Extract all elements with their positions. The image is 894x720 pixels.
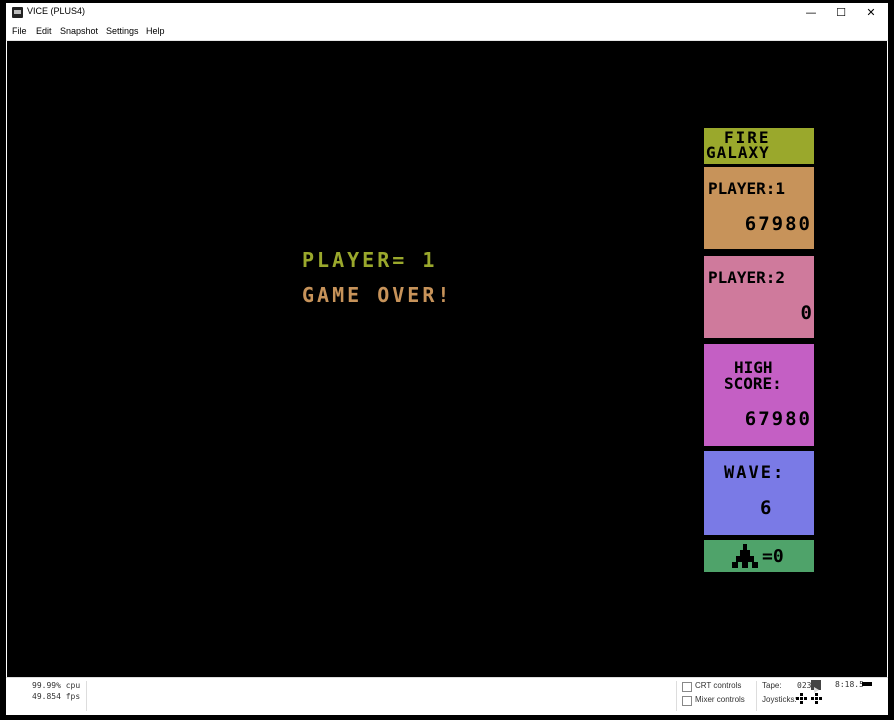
tape-label: Tape: [762, 681, 782, 690]
close-button[interactable]: ✕ [856, 3, 886, 23]
player2-panel: PLAYER:2 0 [704, 256, 814, 338]
mixer-controls-label: Mixer controls [695, 695, 745, 704]
menu-snapshot[interactable]: Snapshot [60, 26, 98, 36]
wave-panel: WAVE: 6 [704, 451, 814, 535]
logo-line-2: GALAXY [706, 143, 770, 162]
menu-edit[interactable]: Edit [36, 26, 52, 36]
lives-panel: =0 [704, 540, 814, 572]
fire-galaxy-logo-panel: FIRE GALAXY [704, 128, 814, 164]
menu-file[interactable]: File [12, 26, 27, 36]
player-ship-icon [732, 544, 758, 568]
vice-app-icon [12, 7, 23, 18]
high-label-line-2: SCORE: [724, 374, 782, 393]
title-bar[interactable]: VICE (PLUS4) — ☐ ✕ [6, 3, 888, 23]
crt-controls-label: CRT controls [695, 681, 742, 690]
status-bar: 99.99% cpu 49.854 fps CRT controls Mixer… [6, 677, 888, 715]
tape-play-icon[interactable] [811, 680, 821, 693]
window-title: VICE (PLUS4) [27, 6, 86, 16]
status-divider [756, 681, 757, 711]
fps-readout: 49.854 fps [32, 692, 81, 701]
wave-value: 6 [760, 497, 772, 519]
mixer-controls-checkbox[interactable] [682, 696, 692, 706]
status-divider [86, 681, 87, 711]
wave-label: WAVE: [724, 463, 786, 483]
player1-panel: PLAYER:1 67980 [704, 167, 814, 249]
lives-count: =0 [762, 546, 784, 567]
high-score-panel: HIGH SCORE: 67980 [704, 344, 814, 446]
emulation-time: 8:18.5 [835, 680, 864, 689]
player-line: PLAYER= 1 [302, 248, 438, 272]
player2-score: 0 [800, 302, 812, 324]
player2-label: PLAYER:2 [708, 268, 786, 287]
emulator-window: VICE (PLUS4) — ☐ ✕ File Edit Snapshot Se… [6, 3, 888, 715]
cpu-usage: 99.99% cpu [32, 681, 81, 690]
crt-controls-checkbox[interactable] [682, 682, 692, 692]
status-divider [676, 681, 677, 711]
game-over-text: GAME OVER! [302, 283, 453, 307]
maximize-button[interactable]: ☐ [826, 3, 856, 23]
drive-led-icon [862, 682, 872, 686]
menu-settings[interactable]: Settings [106, 26, 139, 36]
joysticks-label: Joysticks: [762, 695, 797, 704]
player1-label: PLAYER:1 [708, 179, 786, 198]
high-score-value: 67980 [744, 408, 812, 430]
minimize-button[interactable]: — [796, 3, 826, 23]
player1-score: 67980 [744, 213, 812, 235]
joystick-indicator-icon [796, 693, 822, 704]
menu-bar: File Edit Snapshot Settings Help [6, 23, 888, 41]
emulator-screen[interactable]: PLAYER= 1 GAME OVER! FIRE GALAXY PLAYER:… [7, 41, 887, 677]
tape-counter: 023 [797, 681, 812, 690]
menu-help[interactable]: Help [146, 26, 165, 36]
